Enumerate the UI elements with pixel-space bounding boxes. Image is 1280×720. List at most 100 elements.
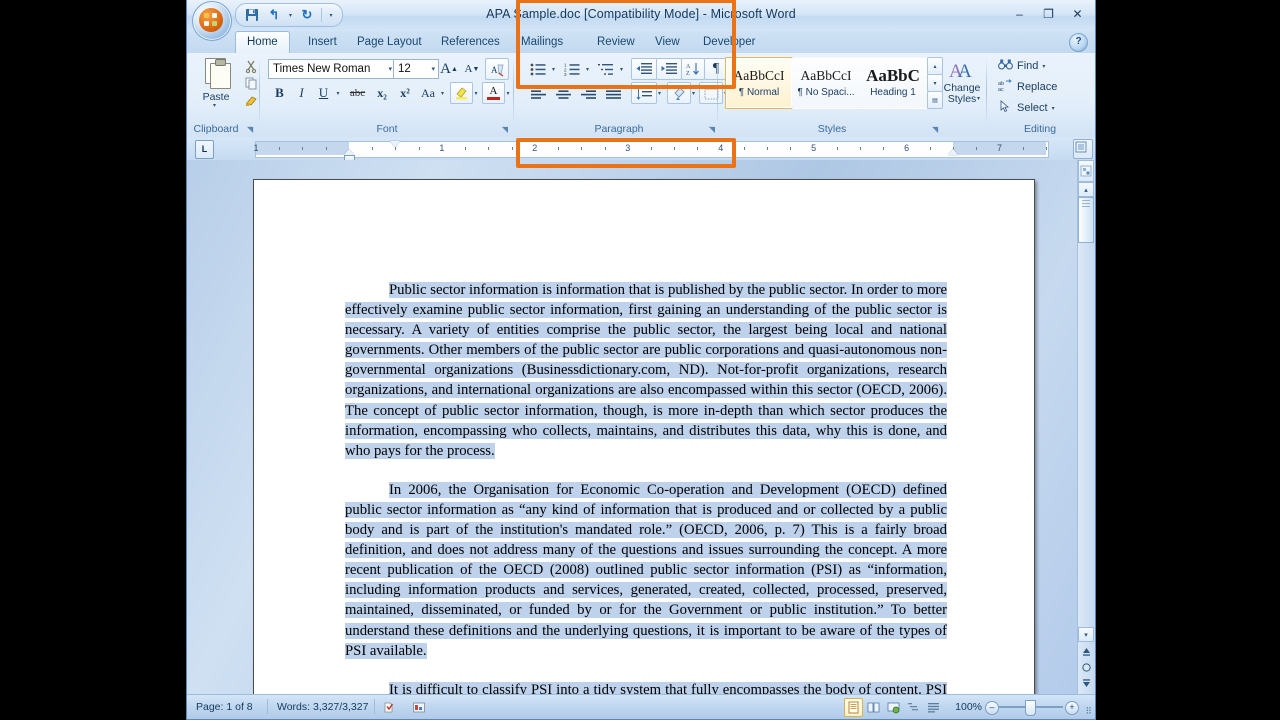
bullets-dropdown-icon[interactable]: ▾ (548, 58, 559, 80)
tab-view[interactable]: View (644, 31, 691, 53)
superscript-button[interactable]: x² (393, 82, 417, 104)
tab-insert[interactable]: Insert (297, 31, 348, 53)
split-bar-handle[interactable] (1078, 160, 1094, 182)
scroll-down-button[interactable]: ▾ (1078, 627, 1094, 642)
tab-developer[interactable]: Developer (692, 31, 766, 53)
zoom-in-button[interactable]: + (1065, 701, 1079, 715)
change-styles-dropdown-icon[interactable]: ▾ (977, 95, 980, 102)
vertical-scrollbar[interactable]: ▴ ▾ (1077, 160, 1095, 694)
numbering-dropdown-icon[interactable]: ▾ (582, 58, 593, 80)
align-right-icon[interactable] (575, 82, 602, 104)
justify-icon[interactable] (600, 82, 627, 104)
multilevel-dropdown-icon[interactable]: ▾ (616, 58, 627, 80)
web-layout-view-button[interactable] (884, 698, 903, 717)
office-button[interactable] (192, 1, 232, 41)
change-styles-label2[interactable]: Styles (943, 94, 981, 105)
horizontal-ruler[interactable]: 1 1 2 3 4 5 6 7 (253, 141, 1049, 162)
shading-dropdown-icon[interactable]: ▾ (688, 82, 699, 104)
select-button[interactable]: Select ▾ (998, 100, 1055, 116)
zoom-level[interactable]: 100% (955, 701, 982, 713)
subscript-button[interactable]: x₂ (370, 82, 394, 104)
strikethrough-button[interactable]: abc (344, 82, 371, 104)
replace-icon: ab ac (998, 79, 1013, 95)
first-line-indent-marker[interactable] (390, 141, 401, 147)
tab-home[interactable]: Home (235, 31, 290, 55)
decrease-indent-icon[interactable] (631, 58, 657, 80)
zoom-slider-handle[interactable] (1025, 700, 1036, 716)
maximize-button[interactable]: ❐ (1035, 4, 1062, 23)
ruler-tick (790, 147, 792, 150)
previous-page-icon[interactable] (1079, 644, 1094, 659)
macro-record-icon[interactable] (412, 701, 426, 718)
change-styles-icon[interactable]: A A (946, 56, 978, 84)
align-center-icon[interactable] (550, 82, 577, 104)
resize-grip-icon[interactable]: ⠿ (1085, 706, 1092, 717)
paragraph-3[interactable]: It is difficult to classify PSI into a t… (345, 680, 947, 694)
highlight-dropdown-icon[interactable]: ▾ (470, 82, 482, 104)
scroll-up-button[interactable]: ▴ (1078, 182, 1094, 197)
ruler-tick (651, 147, 652, 150)
styles-scroll-up-button[interactable]: ▴ (927, 57, 943, 75)
document-canvas[interactable]: Public sector information is information… (187, 160, 1095, 694)
change-case-dropdown-icon[interactable]: ▾ (437, 82, 448, 104)
select-browse-object-icon[interactable] (1079, 660, 1094, 675)
print-layout-view-button[interactable] (844, 698, 863, 717)
office-logo-icon (199, 8, 223, 32)
paste-dropdown-icon[interactable]: ▾ (213, 102, 216, 109)
tab-page-layout[interactable]: Page Layout (346, 31, 433, 53)
italic-button[interactable]: I (290, 82, 313, 104)
select-dropdown-icon[interactable]: ▾ (1052, 105, 1055, 112)
minimize-button[interactable]: – (1006, 4, 1033, 23)
document-body[interactable]: Public sector information is information… (345, 280, 947, 694)
tab-mailings[interactable]: Mailings (510, 31, 574, 53)
ruler-tick (743, 147, 745, 150)
paragraph-2[interactable]: In 2006, the Organisation for Economic C… (345, 480, 947, 661)
find-button[interactable]: Find ▾ (998, 58, 1045, 74)
shrink-font-icon[interactable]: A ▼ (460, 58, 484, 80)
underline-dropdown-icon[interactable]: ▾ (332, 82, 344, 104)
font-name-combo[interactable]: Times New Roman ▾ (268, 59, 396, 79)
tab-review[interactable]: Review (586, 31, 646, 53)
paragraph-dialog-launcher[interactable]: ◥ (709, 125, 715, 134)
clipboard-dialog-launcher[interactable]: ◥ (247, 125, 253, 134)
tab-stop-selector[interactable]: L (195, 140, 214, 159)
style-item-heading1[interactable]: AaBbC Heading 1 (859, 57, 927, 109)
increase-indent-icon[interactable] (656, 58, 682, 80)
font-name-value: Times New Roman (273, 63, 371, 75)
scrollbar-thumb[interactable] (1078, 197, 1094, 243)
bold-button[interactable]: B (268, 82, 291, 104)
help-icon[interactable]: ? (1069, 33, 1088, 52)
paragraph-1-text: Public sector information is information… (345, 282, 947, 459)
page-indicator[interactable]: Page: 1 of 8 (196, 701, 253, 713)
draft-view-button[interactable] (924, 698, 943, 717)
ruler-toggle-icon[interactable] (1073, 139, 1093, 159)
align-left-icon[interactable] (525, 82, 552, 104)
right-indent-marker[interactable] (948, 149, 959, 155)
styles-more-button[interactable]: ▤ (927, 91, 943, 109)
group-label-clipboard: Clipboard (193, 123, 239, 135)
replace-button[interactable]: ab ac Replace (998, 79, 1057, 95)
paragraph-1[interactable]: Public sector information is information… (345, 280, 947, 461)
proofing-errors-icon[interactable] (382, 701, 396, 718)
sort-icon[interactable]: AZ (681, 58, 705, 80)
zoom-slider[interactable]: – + (985, 700, 1079, 716)
paste-icon[interactable] (201, 58, 231, 90)
find-dropdown-icon[interactable]: ▾ (1042, 63, 1045, 70)
style-item-no-spacing[interactable]: AaBbCcI ¶ No Spaci... (792, 57, 860, 109)
grow-font-icon[interactable]: A ▲ (437, 58, 461, 80)
tab-references[interactable]: References (430, 31, 511, 53)
clear-formatting-icon[interactable]: A (485, 58, 509, 80)
zoom-out-button[interactable]: – (985, 701, 999, 715)
close-button[interactable]: ✕ (1064, 4, 1091, 23)
styles-dialog-launcher[interactable]: ◥ (932, 125, 938, 134)
styles-scroll-down-button[interactable]: ▾ (927, 74, 943, 92)
next-page-icon[interactable] (1079, 676, 1094, 691)
style-item-normal[interactable]: AaBbCcI ¶ Normal (725, 57, 793, 109)
font-dialog-launcher[interactable]: ◥ (502, 125, 508, 134)
outline-view-button[interactable] (904, 698, 923, 717)
font-size-combo[interactable]: 12 ▾ (393, 59, 439, 79)
line-spacing-dropdown-icon[interactable]: ▾ (654, 82, 665, 104)
document-page[interactable]: Public sector information is information… (253, 179, 1035, 694)
full-screen-reading-view-button[interactable] (864, 698, 883, 717)
word-count[interactable]: Words: 3,327/3,327 (277, 701, 368, 713)
